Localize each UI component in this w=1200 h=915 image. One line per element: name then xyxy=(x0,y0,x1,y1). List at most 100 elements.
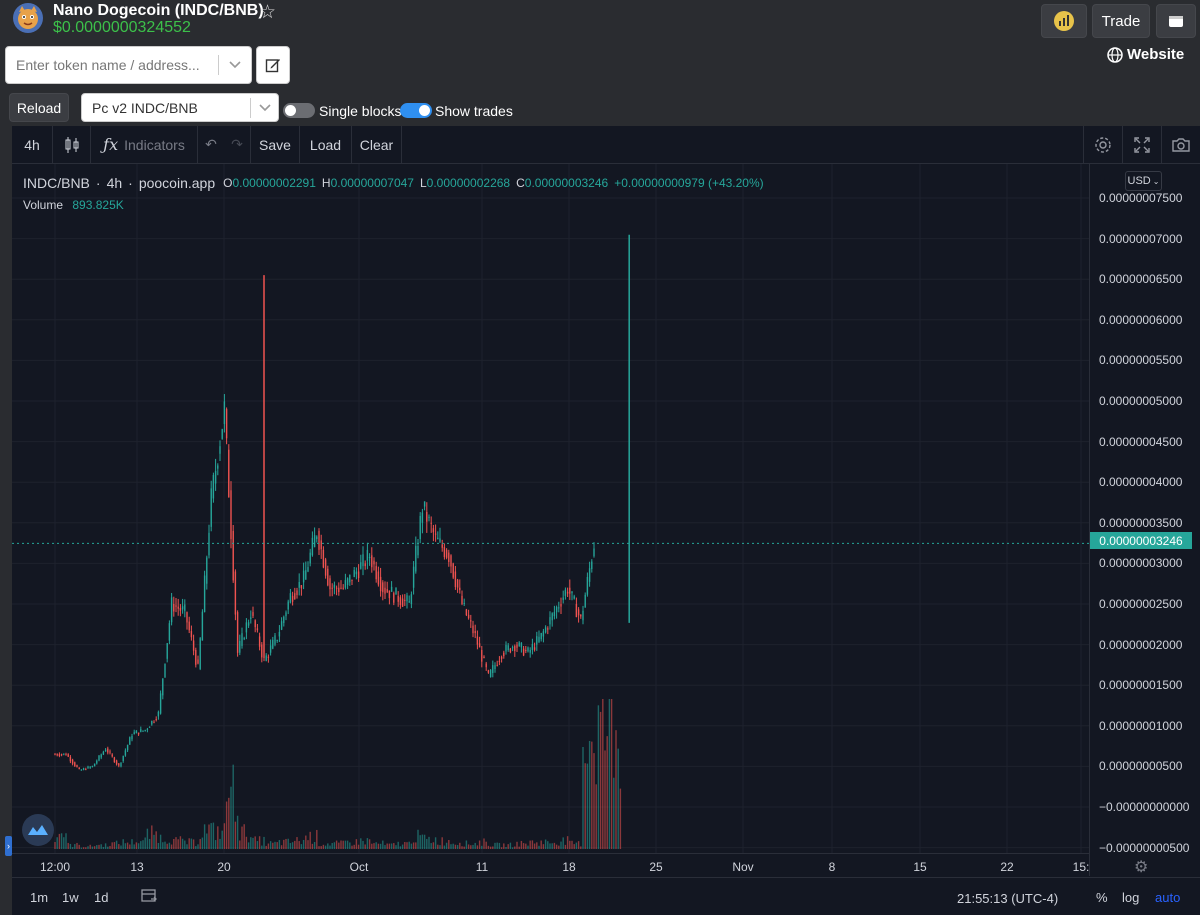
candle-body xyxy=(78,767,80,770)
candle-body xyxy=(91,765,94,768)
volume-bar xyxy=(199,839,201,849)
candle-body xyxy=(243,638,245,640)
price-plot[interactable] xyxy=(12,164,1089,853)
candle-body xyxy=(575,604,578,618)
token-search[interactable] xyxy=(5,46,252,84)
candle-body xyxy=(113,757,116,763)
volume-bar xyxy=(357,844,360,849)
candle-body xyxy=(566,591,569,594)
undo-icon[interactable]: ↶ xyxy=(198,126,224,164)
volume-bar xyxy=(71,847,74,849)
redo-icon[interactable]: ↷ xyxy=(224,126,250,164)
candle-body xyxy=(199,638,201,669)
volume-bar xyxy=(54,842,56,849)
candle-body xyxy=(384,587,386,594)
candle-body xyxy=(593,548,595,557)
time-axis[interactable]: 12:00 13 20 Oct 11 18 25 Nov 8 15 22 15: xyxy=(12,853,1089,877)
volume-bar xyxy=(155,831,157,849)
volume-bar xyxy=(58,833,61,849)
price-axis-label: 0.00000007000 xyxy=(1099,231,1183,246)
settings-gear-icon[interactable] xyxy=(1084,126,1122,164)
candle-body xyxy=(516,644,518,648)
save-button[interactable]: Save xyxy=(251,126,299,164)
interval-button[interactable]: 4h xyxy=(12,126,52,164)
tradingview-chart[interactable]: 4h ƒx Indicators ↶ ↷ Save Load Clear IND… xyxy=(12,125,1200,915)
candle-body xyxy=(173,604,175,612)
candle-body xyxy=(390,586,393,592)
favorite-star-icon[interactable]: ☆ xyxy=(259,1,276,24)
range-1d-button[interactable]: 1d xyxy=(94,890,108,905)
candle-body xyxy=(569,587,571,594)
volume-bar xyxy=(93,846,96,849)
volume-bar xyxy=(560,841,562,849)
volume-bar xyxy=(247,842,250,849)
currency-select[interactable]: USD ⌄ xyxy=(1125,171,1162,191)
candle-body xyxy=(144,729,146,731)
show-trades-toggle[interactable] xyxy=(400,103,432,118)
website-link[interactable]: Website xyxy=(1107,46,1184,63)
candle-body xyxy=(245,622,248,633)
clear-button[interactable]: Clear xyxy=(352,126,401,164)
token-price: $0.0000000324552 xyxy=(53,19,191,36)
time-axis-label: 15: xyxy=(1072,860,1090,874)
goto-date-icon[interactable] xyxy=(140,886,158,907)
candle-body xyxy=(547,628,549,630)
price-axis-label: 0.00000004000 xyxy=(1099,475,1183,490)
volume-bar xyxy=(575,842,578,849)
camera-icon[interactable] xyxy=(1162,126,1200,164)
axis-settings-gear-icon[interactable]: ⚙ xyxy=(1134,857,1148,877)
currency-label: USD xyxy=(1127,175,1151,187)
volume-bar xyxy=(166,843,168,849)
candle-body xyxy=(234,571,237,615)
edit-button[interactable] xyxy=(256,46,290,84)
range-1w-button[interactable]: 1w xyxy=(62,890,79,905)
load-button[interactable]: Load xyxy=(300,126,351,164)
single-blocks-toggle[interactable] xyxy=(283,103,315,118)
volume-bar xyxy=(307,840,309,849)
volume-bar xyxy=(302,839,305,849)
auto-scale-toggle[interactable]: auto xyxy=(1155,890,1180,905)
candle-body xyxy=(492,665,494,674)
volume-bar xyxy=(250,837,252,849)
chevron-down-icon[interactable] xyxy=(224,53,246,77)
candle-body xyxy=(571,591,573,594)
candle-body xyxy=(461,595,463,604)
log-scale-toggle[interactable]: log xyxy=(1122,890,1139,905)
volume-bar xyxy=(597,705,600,849)
volume-bar xyxy=(283,839,285,849)
expand-toolbar-handle[interactable]: › xyxy=(5,836,12,856)
indicators-button[interactable]: ƒx Indicators xyxy=(91,126,197,164)
tradingview-logo-icon[interactable] xyxy=(22,814,54,846)
candle-body xyxy=(397,595,399,602)
candle-body xyxy=(60,754,63,756)
wallet-button[interactable] xyxy=(1156,4,1196,38)
range-1m-button[interactable]: 1m xyxy=(30,890,48,905)
volume-bar xyxy=(338,842,340,849)
fullscreen-icon[interactable] xyxy=(1123,126,1161,164)
candle-body xyxy=(463,602,465,604)
volume-bar xyxy=(269,841,272,849)
candle-body xyxy=(470,620,472,622)
volume-bar xyxy=(256,841,259,849)
volume-bar xyxy=(177,839,179,849)
chart-view-button[interactable] xyxy=(1041,4,1087,38)
candle-body xyxy=(318,530,320,550)
candle-body xyxy=(56,754,58,756)
volume-bar xyxy=(258,836,261,849)
reload-button[interactable]: Reload xyxy=(9,93,69,122)
volume-bar xyxy=(203,824,206,849)
volume-bar xyxy=(606,736,608,849)
search-input[interactable] xyxy=(6,47,218,83)
volume-bar xyxy=(192,839,195,849)
candle-body xyxy=(527,647,529,652)
candle-body xyxy=(228,449,230,498)
pair-select[interactable]: Pc v2 INDC/BNB xyxy=(81,93,279,122)
volume-bar xyxy=(236,815,239,849)
percent-scale-toggle[interactable]: % xyxy=(1096,890,1108,905)
candle-body xyxy=(496,664,498,666)
volume-bar xyxy=(421,834,424,849)
candle-type-button[interactable] xyxy=(53,126,90,164)
trade-button[interactable]: Trade xyxy=(1092,4,1150,38)
volume-bar xyxy=(566,836,569,849)
chevron-down-icon[interactable] xyxy=(254,96,276,120)
